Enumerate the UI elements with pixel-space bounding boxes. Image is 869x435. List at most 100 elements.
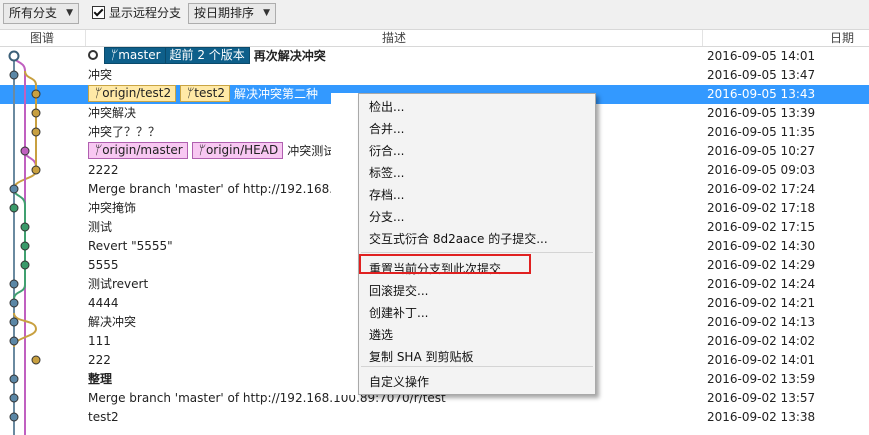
commit-description: 2222 — [88, 161, 119, 180]
commit-message: 冲突解决 — [88, 106, 137, 120]
column-header: 图谱 描述 日期 — [0, 29, 869, 47]
context-menu-item[interactable]: 标签... — [369, 162, 404, 184]
commit-node — [31, 165, 41, 175]
commit-description: 111 — [88, 332, 111, 351]
branch-icon: ᛘ — [93, 86, 101, 100]
commit-row[interactable]: 冲突 2016-09-05 13:47 — [0, 66, 869, 85]
branch-ref-label: master — [118, 48, 161, 62]
commit-date: 2016-09-05 13:43 — [707, 87, 816, 101]
context-menu-item[interactable]: 存档... — [369, 184, 404, 206]
context-menu-item[interactable]: 复制 SHA 到剪贴板 — [369, 346, 473, 368]
commit-message: 4444 — [88, 296, 119, 310]
commit-node — [20, 241, 30, 251]
commit-row[interactable]: test2 2016-09-02 13:38 — [0, 408, 869, 427]
commit-node — [9, 279, 19, 289]
commit-message: 解决冲突 — [88, 315, 137, 329]
commit-message: 5555 — [88, 258, 119, 272]
head-marker-icon — [88, 50, 98, 60]
branch-ref-badge[interactable]: ᛘ origin/master — [88, 142, 188, 159]
show-remote-checkbox[interactable] — [92, 6, 105, 19]
column-divider[interactable] — [702, 30, 703, 46]
commit-description: ᛘ origin/master ᛘ origin/HEAD 冲突测试 — [88, 142, 335, 161]
context-menu: 检出... 合并... 衍合... 标签... 存档... 分支... 交互式衍合 8d2a… — [358, 93, 596, 395]
commit-date: 2016-09-02 13:38 — [707, 410, 816, 424]
commit-node — [20, 260, 30, 270]
commit-row[interactable]: ᛘ master 超前 2 个版本 再次解决冲突 2016-09-05 14:01 — [0, 47, 869, 66]
commit-date: 2016-09-02 13:57 — [707, 391, 816, 405]
chevron-down-icon: ▼ — [66, 8, 73, 18]
column-date[interactable]: 日期 — [830, 30, 854, 46]
description-cover — [331, 93, 358, 395]
context-menu-item[interactable]: 回滚提交... — [369, 280, 428, 302]
context-menu-item[interactable]: 遴选 — [369, 324, 393, 346]
show-remote-label: 显示远程分支 — [109, 6, 182, 20]
commit-description: 4444 — [88, 294, 119, 313]
commit-message: 222 — [88, 353, 111, 367]
context-menu-item[interactable]: 衍合... — [369, 140, 404, 162]
commit-description: 冲突 — [88, 66, 112, 85]
context-menu-item[interactable]: 自定义操作 — [369, 371, 429, 393]
commit-description: 测试 — [88, 218, 112, 237]
branch-ref-badge[interactable]: ᛘ test2 — [180, 85, 230, 102]
branch-filter-dropdown[interactable]: 所有分支 ▼ — [3, 3, 79, 24]
commit-node — [9, 393, 19, 403]
commit-node — [31, 127, 41, 137]
commit-node — [20, 146, 30, 156]
commit-message: 2222 — [88, 163, 119, 177]
commit-description: 5555 — [88, 256, 119, 275]
commit-description: 冲突掩饰 — [88, 199, 136, 218]
context-menu-item[interactable]: 分支... — [369, 206, 404, 228]
commit-node — [9, 70, 19, 80]
branch-ref-label: test2 — [194, 86, 225, 100]
branch-ref-label: origin/test2 — [102, 86, 172, 100]
commit-graph — [8, 50, 41, 435]
commit-message: Revert "5555" — [88, 239, 173, 253]
branch-ref-badge[interactable]: ᛘ master — [104, 47, 166, 64]
commit-message: 111 — [88, 334, 111, 348]
context-menu-item[interactable]: 交互式衍合 8d2aace 的子提交... — [369, 228, 548, 250]
commit-date: 2016-09-02 14:02 — [707, 334, 816, 348]
commit-date: 2016-09-02 14:13 — [707, 315, 816, 329]
branch-ref-badge[interactable]: ᛘ origin/HEAD — [191, 142, 284, 159]
commit-node — [31, 89, 41, 99]
commit-message: test2 — [88, 410, 119, 424]
commit-date: 2016-09-05 11:35 — [707, 125, 816, 139]
commit-date: 2016-09-05 10:27 — [707, 144, 816, 158]
column-description[interactable]: 描述 — [382, 30, 406, 46]
commit-description: 解决冲突 — [88, 313, 136, 332]
context-menu-item[interactable]: 创建补丁... — [369, 302, 428, 324]
commit-message: 冲突掩饰 — [88, 201, 137, 215]
branch-icon: ᛘ — [185, 86, 193, 100]
ahead-count-badge: 超前 2 个版本 — [164, 47, 250, 64]
commit-date: 2016-09-02 14:24 — [707, 277, 816, 291]
menu-separator — [361, 366, 593, 367]
commit-node — [9, 374, 19, 384]
commit-message: 解决冲突第二种 — [233, 87, 318, 101]
column-graph[interactable]: 图谱 — [30, 30, 54, 46]
branch-ref-badge[interactable]: ᛘ origin/test2 — [88, 85, 177, 102]
commit-node — [31, 108, 41, 118]
commit-message: 冲突测试 — [287, 144, 336, 158]
column-divider[interactable] — [85, 30, 86, 46]
commit-date: 2016-09-05 13:47 — [707, 68, 816, 82]
commit-date: 2016-09-02 14:29 — [707, 258, 816, 272]
commit-date: 2016-09-02 14:01 — [707, 353, 816, 367]
commit-node — [9, 317, 19, 327]
branch-filter-value: 所有分支 — [9, 6, 58, 20]
show-remote-branches-toggle[interactable]: 显示远程分支 — [92, 3, 181, 24]
branch-icon: ᛘ — [196, 143, 204, 157]
sort-order-value: 按日期排序 — [194, 6, 255, 20]
commit-message: 再次解决冲突 — [253, 49, 326, 63]
commit-node — [9, 412, 19, 422]
commit-message: 测试revert — [88, 277, 149, 291]
toolbar: 所有分支 ▼ 显示远程分支 按日期排序 ▼ — [0, 0, 869, 29]
menu-separator — [361, 252, 593, 253]
commit-description: 222 — [88, 351, 111, 370]
commit-description: 冲突解决 — [88, 104, 136, 123]
branch-icon: ᛘ — [109, 48, 117, 62]
context-menu-item[interactable]: 检出... — [369, 96, 404, 118]
context-menu-item[interactable]: 合并... — [369, 118, 404, 140]
sort-order-dropdown[interactable]: 按日期排序 ▼ — [188, 3, 276, 24]
commit-description: ᛘ origin/test2 ᛘ test2 解决冲突第二种 — [88, 85, 318, 104]
branch-ref-label: origin/HEAD — [205, 143, 279, 157]
